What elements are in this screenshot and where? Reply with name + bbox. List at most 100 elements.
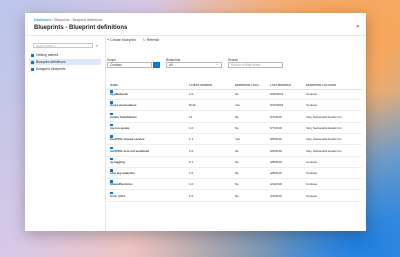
breadcrumb-home-link[interactable]: Dashboard bbox=[34, 18, 51, 22]
cell-version: 0.1 bbox=[189, 159, 194, 164]
sidebar-item-assigned-blueprints[interactable]: Assigned blueprints bbox=[29, 66, 101, 72]
toolbar: + Create blueprint ↻ Refresh bbox=[107, 38, 165, 42]
page-title: Blueprints - Blueprint definitions bbox=[34, 25, 128, 31]
cell-version: 1.0 bbox=[189, 171, 194, 176]
column-header-published[interactable]: DEFINITION LOCA... bbox=[235, 83, 261, 89]
cell-published: No bbox=[235, 159, 239, 164]
cell-modified: 5/6/2019 bbox=[270, 148, 282, 153]
cell-location: Contoso bbox=[306, 159, 318, 164]
cell-version: Draft bbox=[189, 103, 196, 108]
cell-modified: 5/16/2019 bbox=[270, 103, 284, 108]
sidebar-item-label: Assigned blueprints bbox=[36, 67, 66, 71]
cell-modified: 4/4/2019 bbox=[270, 193, 282, 198]
refresh-icon: ↻ bbox=[142, 38, 146, 42]
cell-location: Very Successful Hotels Inc. bbox=[306, 125, 343, 130]
cell-name[interactable]: Azure Governance bbox=[110, 101, 137, 110]
cell-published: No bbox=[235, 92, 239, 96]
table-row[interactable]: iso27001 shared service 1.1 Yes 5/6/2019 Ver… bbox=[107, 135, 362, 146]
table-header: NAME LATEST VERSION DEFINITION LOCA... L… bbox=[107, 83, 362, 90]
table-row[interactable]: AppNetwork 1.0 No 5/20/2019 Contoso bbox=[107, 90, 362, 100]
blueprint-icon bbox=[31, 60, 34, 64]
blueprint-name: AppNetwork bbox=[110, 92, 128, 96]
cell-name[interactable]: iso27001 shared service bbox=[110, 135, 145, 144]
cell-version: 1.0 bbox=[189, 193, 194, 198]
cell-version: 1.0 bbox=[189, 125, 194, 130]
scope-picker-button[interactable]: … bbox=[153, 62, 160, 68]
cell-modified: 4/4/2019 bbox=[270, 182, 282, 187]
close-icon[interactable]: ✕ bbox=[356, 24, 360, 30]
cell-location: Very Successful Hotels Inc. bbox=[306, 148, 343, 153]
table-row[interactable]: iso27001 asm vnt workload 1.0 No 5/6/2019 Ve… bbox=[107, 146, 362, 157]
create-blueprint-button[interactable]: + Create blueprint bbox=[107, 38, 136, 42]
cell-location: Contoso bbox=[306, 171, 318, 176]
cell-published: No bbox=[235, 193, 239, 198]
refresh-button[interactable]: ↻ Refresh bbox=[143, 38, 160, 42]
blueprint-icon bbox=[110, 101, 113, 104]
search-input[interactable]: Search to filter items... bbox=[228, 62, 283, 68]
cell-published: Yes bbox=[235, 103, 240, 108]
blueprint-name: my-iso-spoke bbox=[110, 125, 130, 130]
blueprint-icon bbox=[110, 90, 113, 93]
cell-modified: 5/7/2019 bbox=[270, 114, 282, 119]
cell-published: No bbox=[235, 148, 239, 153]
cell-location: Contoso bbox=[306, 182, 318, 187]
blueprint-icon bbox=[110, 123, 113, 127]
breadcrumb-current: Blueprints - Blueprint definitions bbox=[54, 18, 103, 22]
cell-published: No bbox=[235, 125, 239, 130]
cell-version: 1.0 bbox=[189, 182, 194, 187]
cell-version: 1.0 bbox=[189, 148, 194, 153]
scope-field[interactable]: Contoso bbox=[107, 62, 152, 68]
cell-version: 1.0 bbox=[189, 92, 194, 96]
table-row[interactable]: hotels foundations 12 No 5/7/2019 Very Succe… bbox=[107, 112, 362, 123]
cell-published: Yes bbox=[235, 137, 240, 142]
blueprint-icon bbox=[110, 112, 113, 116]
breadcrumb: Dashboard > Blueprints - Blueprint defin… bbox=[34, 18, 102, 22]
cell-location: Very Successful Hotels Inc. bbox=[306, 137, 343, 142]
cell-modified: 4/8/2019 bbox=[270, 159, 282, 164]
sidebar-item-blueprint-definitions[interactable]: Blueprint definitions bbox=[29, 59, 101, 65]
blueprint-name: rg-tagging bbox=[110, 159, 125, 164]
cell-name[interactable]: SharedServices bbox=[110, 180, 133, 189]
table-row[interactable]: SharedServices 1.0 No 4/4/2019 Contoso bbox=[107, 180, 362, 191]
column-header-version[interactable]: LATEST VERSION bbox=[189, 83, 212, 89]
cell-name[interactable]: my-iso-spoke bbox=[110, 123, 130, 133]
collapse-chevron-icon[interactable]: « bbox=[96, 43, 98, 48]
sidebar-search-input[interactable]: Search (Ctrl+/) bbox=[33, 43, 93, 48]
blueprint-name: Core_Infra bbox=[110, 193, 126, 198]
sidebar-item-label: Getting started bbox=[36, 53, 59, 57]
cell-modified: 4/8/2019 bbox=[270, 171, 282, 176]
table-row[interactable]: Core_Infra 1.0 No 4/4/2019 Contoso bbox=[107, 191, 362, 202]
blueprint-name: iso27001 asm vnt workload bbox=[110, 148, 149, 153]
cell-name[interactable]: AppNetwork bbox=[110, 90, 128, 99]
blueprint-name: SharedServices bbox=[110, 182, 133, 187]
cell-name[interactable]: hotels foundations bbox=[110, 112, 137, 122]
blueprint-icon bbox=[110, 135, 113, 138]
cell-version: 12 bbox=[189, 114, 193, 119]
blueprint-icon bbox=[110, 169, 113, 172]
cell-modified: 5/20/2019 bbox=[270, 92, 284, 96]
cell-name[interactable]: Core_Infra bbox=[110, 191, 126, 201]
cell-location: Contoso bbox=[306, 92, 318, 96]
column-header-location[interactable]: DEFINITION LOCATION bbox=[306, 83, 336, 89]
table-row[interactable]: rg-tagging 0.1 No 4/8/2019 Contoso bbox=[107, 157, 362, 168]
cell-published: No bbox=[235, 182, 239, 187]
table-row[interactable]: sme log analytics 1.0 No 4/8/2019 Contoso bbox=[107, 169, 362, 180]
column-header-name[interactable]: NAME bbox=[110, 83, 118, 89]
sidebar-item-label: Blueprint definitions bbox=[36, 60, 66, 64]
column-header-modified[interactable]: LAST MODIFIED bbox=[270, 83, 291, 89]
sidebar-item-getting-started[interactable]: Getting started bbox=[29, 52, 101, 58]
cell-name[interactable]: sme log analytics bbox=[110, 169, 135, 178]
blueprint-icon bbox=[110, 157, 113, 161]
cell-name[interactable]: rg-tagging bbox=[110, 157, 125, 167]
cell-location: Contoso bbox=[306, 193, 318, 198]
chevron-down-icon: ⌄ bbox=[216, 62, 219, 66]
plus-icon: + bbox=[107, 38, 110, 42]
table-row[interactable]: my-iso-spoke 1.0 No 5/7/2019 Very Successful… bbox=[107, 123, 362, 134]
table-row[interactable]: Azure Governance Draft Yes 5/16/2019 Contoso bbox=[107, 101, 362, 112]
cell-location: Very Successful Hotels Inc. bbox=[306, 114, 343, 119]
blueprints-filter-select[interactable]: All bbox=[166, 62, 222, 68]
blueprint-icon bbox=[110, 180, 113, 183]
cell-name[interactable]: iso27001 asm vnt workload bbox=[110, 146, 149, 156]
cell-modified: 5/6/2019 bbox=[270, 137, 282, 142]
cloud-icon bbox=[31, 53, 34, 57]
